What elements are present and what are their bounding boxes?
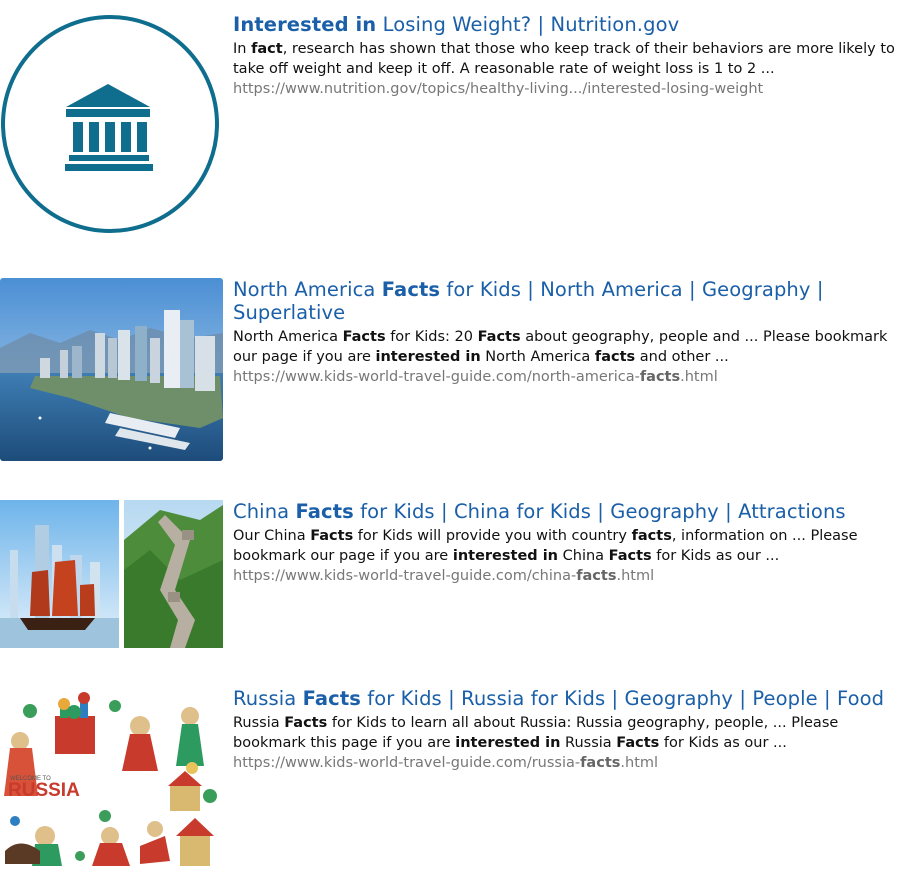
text-run: https://www.kids-world-travel-guide.com/… [233, 369, 640, 385]
result-snippet: In fact, research has shown that those w… [233, 39, 909, 79]
highlighted-term: Facts [342, 329, 386, 345]
highlighted-term: facts [580, 755, 621, 771]
result-snippet: Our China Facts for Kids will provide yo… [233, 526, 909, 566]
text-run: .html [616, 568, 655, 584]
highlighted-term: fact [251, 41, 283, 57]
government-building-icon [1, 15, 219, 233]
highlighted-term: facts [594, 349, 636, 365]
junk-boat-and-great-wall-photo [0, 500, 223, 648]
highlighted-term: Facts [302, 687, 361, 710]
result-title-link[interactable]: Interested in Losing Weight? | Nutrition… [233, 13, 909, 36]
text-run: https://www.kids-world-travel-guide.com/… [233, 755, 581, 771]
search-result-4: WELCOME TO RUSSIA Russia Facts for Kids … [0, 680, 909, 869]
text-run: In [233, 41, 252, 57]
text-run: for Kids will provide you with country [353, 528, 632, 544]
text-run: .html [680, 369, 718, 385]
highlighted-term: Facts [381, 278, 441, 301]
result-title-link[interactable]: North America Facts for Kids | North Ame… [233, 278, 909, 324]
text-run: North America [480, 349, 595, 365]
result-thumbnail[interactable] [0, 500, 223, 648]
text-run: https://www.kids-world-travel-guide.com/… [233, 568, 577, 584]
city-skyline-photo [0, 278, 223, 461]
text-run: for Kids: 20 [385, 329, 478, 345]
text-run: China [233, 500, 296, 523]
result-url[interactable]: https://www.kids-world-travel-guide.com/… [233, 753, 909, 773]
text-run: North America [233, 329, 343, 345]
result-title-link[interactable]: China Facts for Kids | China for Kids | … [233, 500, 909, 523]
text-run: for Kids | China for Kids | Geography | … [353, 500, 846, 523]
search-result-3: China Facts for Kids | China for Kids | … [0, 495, 909, 655]
result-thumbnail[interactable] [0, 14, 222, 236]
text-run: Losing Weight? | Nutrition.gov [376, 13, 680, 36]
highlighted-term: interested in [455, 735, 561, 751]
highlighted-term: facts [576, 568, 617, 584]
result-thumbnail[interactable]: WELCOME TO RUSSIA [0, 686, 220, 869]
highlighted-term: Facts [616, 735, 660, 751]
highlighted-term: Facts [477, 329, 521, 345]
text-run: North America [233, 278, 382, 301]
text-run: Our China [233, 528, 311, 544]
highlighted-term: interested in [452, 548, 559, 564]
search-result-2: North America Facts for Kids | North Ame… [0, 270, 909, 470]
text-run: Russia [560, 735, 617, 751]
text-run: China [558, 548, 609, 564]
russia-text: RUSSIA [8, 780, 80, 801]
text-run: for Kids as our ... [651, 548, 780, 564]
text-run: for Kids as our ... [659, 735, 787, 751]
highlighted-term: Facts [608, 548, 652, 564]
highlighted-term: facts [639, 369, 681, 385]
highlighted-term: Facts [310, 528, 354, 544]
text-run: Russia [233, 687, 303, 710]
result-title-link[interactable]: Russia Facts for Kids | Russia for Kids … [233, 687, 909, 710]
highlighted-term: interested in [375, 349, 481, 365]
text-run: and other ... [635, 349, 729, 365]
result-snippet: Russia Facts for Kids to learn all about… [233, 713, 909, 753]
text-run: , research has shown that those who keep… [233, 41, 895, 77]
search-result-1: Interested in Losing Weight? | Nutrition… [0, 0, 909, 240]
result-url[interactable]: https://www.kids-world-travel-guide.com/… [233, 566, 909, 586]
highlighted-term: Interested in [233, 13, 377, 36]
text-run: Russia [233, 715, 285, 731]
result-url[interactable]: https://www.nutrition.gov/topics/healthy… [233, 79, 909, 99]
russia-illustration: WELCOME TO RUSSIA [0, 686, 220, 869]
text-run: .html [620, 755, 659, 771]
highlighted-term: Facts [284, 715, 328, 731]
text-run: https://www.nutrition.gov/topics/healthy… [233, 81, 764, 97]
result-url[interactable]: https://www.kids-world-travel-guide.com/… [233, 367, 909, 387]
result-thumbnail[interactable] [0, 278, 223, 461]
result-snippet: North America Facts for Kids: 20 Facts a… [233, 327, 909, 367]
highlighted-term: facts [631, 528, 672, 544]
text-run: for Kids | Russia for Kids | Geography |… [360, 687, 885, 710]
highlighted-term: Facts [295, 500, 354, 523]
